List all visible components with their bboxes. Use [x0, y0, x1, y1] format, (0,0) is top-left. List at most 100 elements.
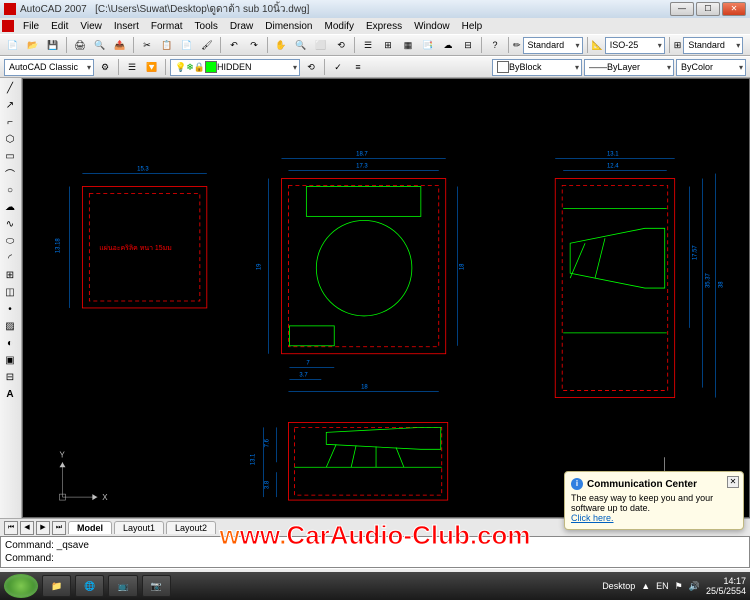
- spline-icon[interactable]: ∿: [1, 216, 19, 232]
- menu-tools[interactable]: Tools: [190, 21, 223, 32]
- tab-layout1[interactable]: Layout1: [114, 521, 164, 534]
- open-icon[interactable]: 📂: [24, 36, 42, 54]
- menu-help[interactable]: Help: [457, 21, 488, 32]
- clock[interactable]: 14:17 25/5/2554: [706, 576, 746, 596]
- pan-icon[interactable]: ✋: [272, 36, 290, 54]
- tray-icon[interactable]: 🔊: [689, 581, 700, 592]
- menu-format[interactable]: Format: [146, 21, 188, 32]
- menu-draw[interactable]: Draw: [225, 21, 258, 32]
- color-select[interactable]: ByBlock: [492, 59, 582, 76]
- ellipse-icon[interactable]: ⬭: [1, 233, 19, 249]
- close-button[interactable]: ✕: [722, 2, 746, 16]
- menu-express[interactable]: Express: [361, 21, 407, 32]
- taskbar-item[interactable]: 📺: [108, 575, 137, 597]
- paste-icon[interactable]: 📄: [178, 36, 196, 54]
- design-center-icon[interactable]: ⊞: [379, 36, 397, 54]
- gradient-icon[interactable]: ◐: [1, 335, 19, 351]
- dim-style-select[interactable]: ISO-25: [605, 37, 665, 54]
- menu-file[interactable]: File: [18, 21, 44, 32]
- circle-icon[interactable]: ○: [1, 182, 19, 198]
- match-icon[interactable]: 🖌: [198, 36, 216, 54]
- undo-icon[interactable]: ↶: [225, 36, 243, 54]
- new-icon[interactable]: 📄: [4, 36, 22, 54]
- command-history: Command: _qsave: [5, 539, 745, 552]
- menu-edit[interactable]: Edit: [46, 21, 73, 32]
- zoom-icon[interactable]: 🔍: [292, 36, 310, 54]
- popup-close-icon[interactable]: ✕: [727, 476, 739, 488]
- taskbar-item[interactable]: 🌐: [75, 575, 104, 597]
- command-prompt: Command:: [5, 552, 745, 565]
- minimize-button[interactable]: —: [670, 2, 694, 16]
- svg-text:13.1: 13.1: [607, 152, 619, 158]
- windows-taskbar: 📁 🌐 📺 📷 Desktop ▲ EN ⚑ 🔊 14:17 25/5/2554: [0, 572, 750, 600]
- drawing-canvas[interactable]: 15.3 13.18 แผ่นอะคริลิค หนา 15มม 18.7 17…: [22, 78, 750, 518]
- tool-palette-icon[interactable]: ▦: [399, 36, 417, 54]
- zoom-window-icon[interactable]: ⬜: [312, 36, 330, 54]
- publish-icon[interactable]: 📤: [111, 36, 129, 54]
- menu-modify[interactable]: Modify: [320, 21, 359, 32]
- tab-first-icon[interactable]: ⏮: [4, 521, 18, 535]
- maximize-button[interactable]: ☐: [696, 2, 720, 16]
- calc-icon[interactable]: ⊟: [459, 36, 477, 54]
- table-icon[interactable]: ⊟: [1, 369, 19, 385]
- tab-model[interactable]: Model: [68, 521, 112, 534]
- insert-block-icon[interactable]: ⊞: [1, 267, 19, 283]
- rectangle-icon[interactable]: ▭: [1, 148, 19, 164]
- polygon-icon[interactable]: ⬡: [1, 131, 19, 147]
- workspace-settings-icon[interactable]: ⚙: [96, 58, 114, 76]
- lineweight-select[interactable]: ByColor: [676, 59, 746, 76]
- revcloud-icon[interactable]: ☁: [1, 199, 19, 215]
- tray-icon[interactable]: ⚑: [675, 581, 683, 592]
- menu-view[interactable]: View: [75, 21, 107, 32]
- tab-layout2[interactable]: Layout2: [166, 521, 216, 534]
- tab-prev-icon[interactable]: ◀: [20, 521, 34, 535]
- taskbar-item[interactable]: 📷: [142, 575, 171, 597]
- redo-icon[interactable]: ↷: [245, 36, 263, 54]
- ellipse-arc-icon[interactable]: ◜: [1, 250, 19, 266]
- text-style-select[interactable]: Standard: [523, 37, 583, 54]
- language-indicator[interactable]: EN: [656, 581, 669, 591]
- tab-next-icon[interactable]: ▶: [36, 521, 50, 535]
- zoom-prev-icon[interactable]: ⟲: [332, 36, 350, 54]
- sheet-set-icon[interactable]: 📑: [419, 36, 437, 54]
- make-block-icon[interactable]: ◫: [1, 284, 19, 300]
- xline-icon[interactable]: ↗: [1, 97, 19, 113]
- popup-link[interactable]: Click here.: [571, 513, 737, 523]
- menu-dimension[interactable]: Dimension: [260, 21, 317, 32]
- polyline-icon[interactable]: ⌐: [1, 114, 19, 130]
- taskbar-item[interactable]: 📁: [42, 575, 71, 597]
- layer-props-icon[interactable]: ☰: [123, 58, 141, 76]
- copy-icon[interactable]: 📋: [158, 36, 176, 54]
- print-icon[interactable]: 🖨: [71, 36, 89, 54]
- point-icon[interactable]: •: [1, 301, 19, 317]
- arc-icon[interactable]: ⌒: [1, 165, 19, 181]
- start-button[interactable]: [4, 574, 38, 598]
- properties-icon[interactable]: ☰: [359, 36, 377, 54]
- cut-icon[interactable]: ✂: [138, 36, 156, 54]
- mtext-icon[interactable]: A: [1, 386, 19, 402]
- table-style-select[interactable]: Standard: [683, 37, 743, 54]
- hatch-icon[interactable]: ▨: [1, 318, 19, 334]
- region-icon[interactable]: ▣: [1, 352, 19, 368]
- system-tray: Desktop ▲ EN ⚑ 🔊 14:17 25/5/2554: [602, 576, 746, 596]
- layer-select[interactable]: 💡❄🔒 HIDDEN: [170, 59, 300, 76]
- command-window[interactable]: Command: _qsave Command:: [0, 536, 750, 568]
- window-title: AutoCAD 2007 [C:\Users\Suwat\Desktop\ดูด…: [20, 2, 670, 17]
- save-icon[interactable]: 💾: [44, 36, 62, 54]
- help-icon[interactable]: ?: [486, 36, 504, 54]
- layer-match-icon[interactable]: ≡: [349, 58, 367, 76]
- tab-last-icon[interactable]: ⏭: [52, 521, 66, 535]
- markup-icon[interactable]: ☁: [439, 36, 457, 54]
- menu-window[interactable]: Window: [409, 21, 455, 32]
- linetype-select[interactable]: —— ByLayer: [584, 59, 674, 76]
- layer-filter-icon[interactable]: 🔽: [143, 58, 161, 76]
- preview-icon[interactable]: 🔍: [91, 36, 109, 54]
- make-current-icon[interactable]: ✓: [329, 58, 347, 76]
- line-icon[interactable]: ╱: [1, 80, 19, 96]
- desktop-label[interactable]: Desktop: [602, 581, 635, 591]
- tray-icon[interactable]: ▲: [641, 581, 650, 591]
- workspace-select[interactable]: AutoCAD Classic: [4, 59, 94, 76]
- layer-prev-icon[interactable]: ⟲: [302, 58, 320, 76]
- svg-text:แผ่นอะคริลิค หนา 15มม: แผ่นอะคริลิค หนา 15มม: [99, 244, 172, 252]
- menu-insert[interactable]: Insert: [109, 21, 144, 32]
